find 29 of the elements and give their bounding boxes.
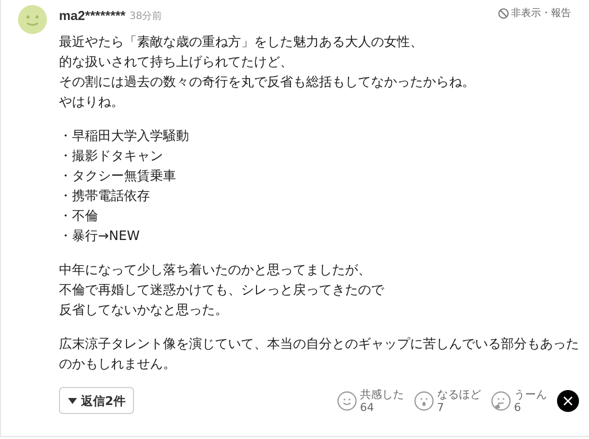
comment-line: ・不倫 — [59, 208, 98, 226]
comment-line: ・暴行→NEW — [59, 228, 140, 246]
post-time: 38分前 — [130, 10, 162, 24]
replies-button[interactable]: 返信2件 — [59, 387, 134, 414]
surprised-face-icon — [414, 390, 434, 410]
user-name[interactable]: ma2******** — [59, 6, 126, 26]
reaction-button[interactable]: うーん 6 — [491, 388, 547, 414]
comment-line: ・撮影ドタキャン — [59, 148, 163, 166]
hide-report-link[interactable]: 非表示・報告 — [498, 6, 571, 21]
comment-line: やはりね。 — [59, 94, 124, 112]
caret-down-icon — [68, 398, 77, 404]
thinking-face-icon — [491, 390, 511, 410]
comment-line: ・早稲田大学入学騒動 — [59, 128, 189, 146]
comment-line: 中年になって少し落ち着いたのかと思ってましたが、 — [59, 262, 371, 280]
prohibited-icon — [498, 8, 509, 19]
comment-line: 広末涼子タレント像を演じていて、本当の自分とのギャップに苦しんでいる部分もあったのかもしれません。 — [59, 336, 579, 374]
avatar-icon — [18, 5, 47, 34]
reaction-button[interactable]: 共感した 64 — [337, 388, 404, 414]
reaction-button[interactable]: なるほど 7 — [414, 388, 481, 414]
comment-line: ・タクシー無賃乗車 — [59, 168, 176, 186]
smile-face-icon — [337, 390, 357, 410]
comment-line: 的な扱いされて持ち上げられてたけど、 — [59, 54, 293, 72]
comment-line: 不倫で再婚して迷惑かけても、シレっと戻ってきたので — [59, 282, 384, 300]
comment-line: 反省してないかなと思った。 — [59, 302, 228, 320]
comment-line: 最近やたら「素敵な歳の重ね方」をした魅力ある大人の女性、 — [59, 34, 423, 52]
comment-line: ・携帯電話依存 — [59, 188, 150, 206]
comment-line: その割には過去の数々の奇行を丸で反省も総括もしてなかったからね。 — [59, 74, 475, 92]
x-logo-icon — [563, 396, 573, 406]
x-share-button[interactable] — [557, 390, 579, 412]
